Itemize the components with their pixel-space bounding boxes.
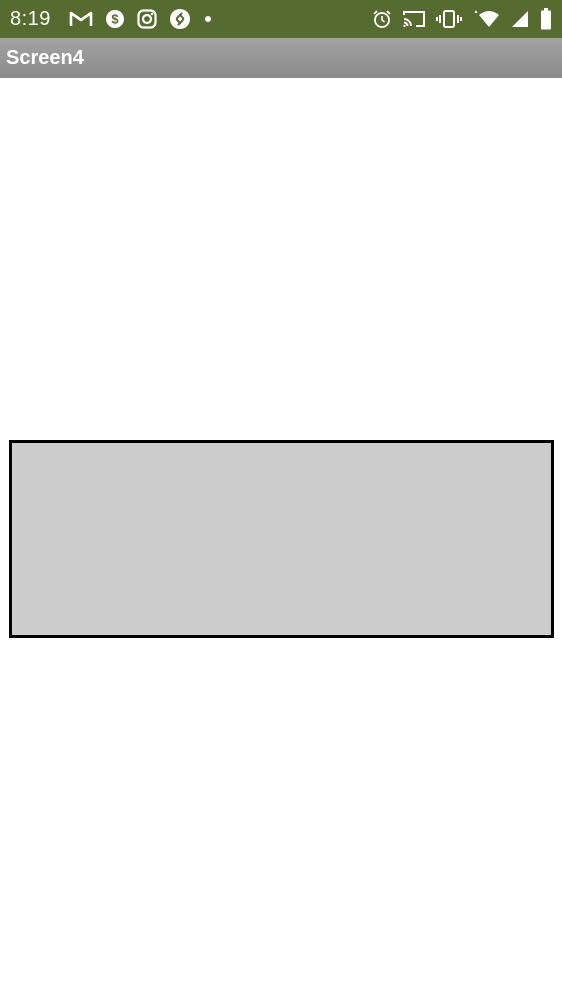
alarm-icon <box>372 9 392 29</box>
gmail-icon <box>69 10 93 28</box>
status-right <box>372 8 552 30</box>
wifi-icon <box>472 9 500 29</box>
title-bar: Screen4 <box>0 38 562 78</box>
battery-icon <box>540 8 552 30</box>
instagram-icon <box>137 9 157 29</box>
status-bar: 8:19 $ <box>0 0 562 38</box>
screen-title: Screen4 <box>6 46 84 69</box>
status-time: 8:19 <box>10 7 51 30</box>
svg-text:$: $ <box>111 12 119 27</box>
drawing-canvas[interactable] <box>9 440 554 638</box>
status-left: 8:19 $ <box>10 8 211 31</box>
cell-signal-icon <box>510 9 530 29</box>
notification-dot-icon <box>204 16 211 22</box>
screen-content <box>0 78 562 1000</box>
cast-icon <box>402 9 426 29</box>
vibrate-icon <box>436 9 462 29</box>
dollar-icon: $ <box>105 9 125 29</box>
shazam-icon <box>169 8 191 30</box>
